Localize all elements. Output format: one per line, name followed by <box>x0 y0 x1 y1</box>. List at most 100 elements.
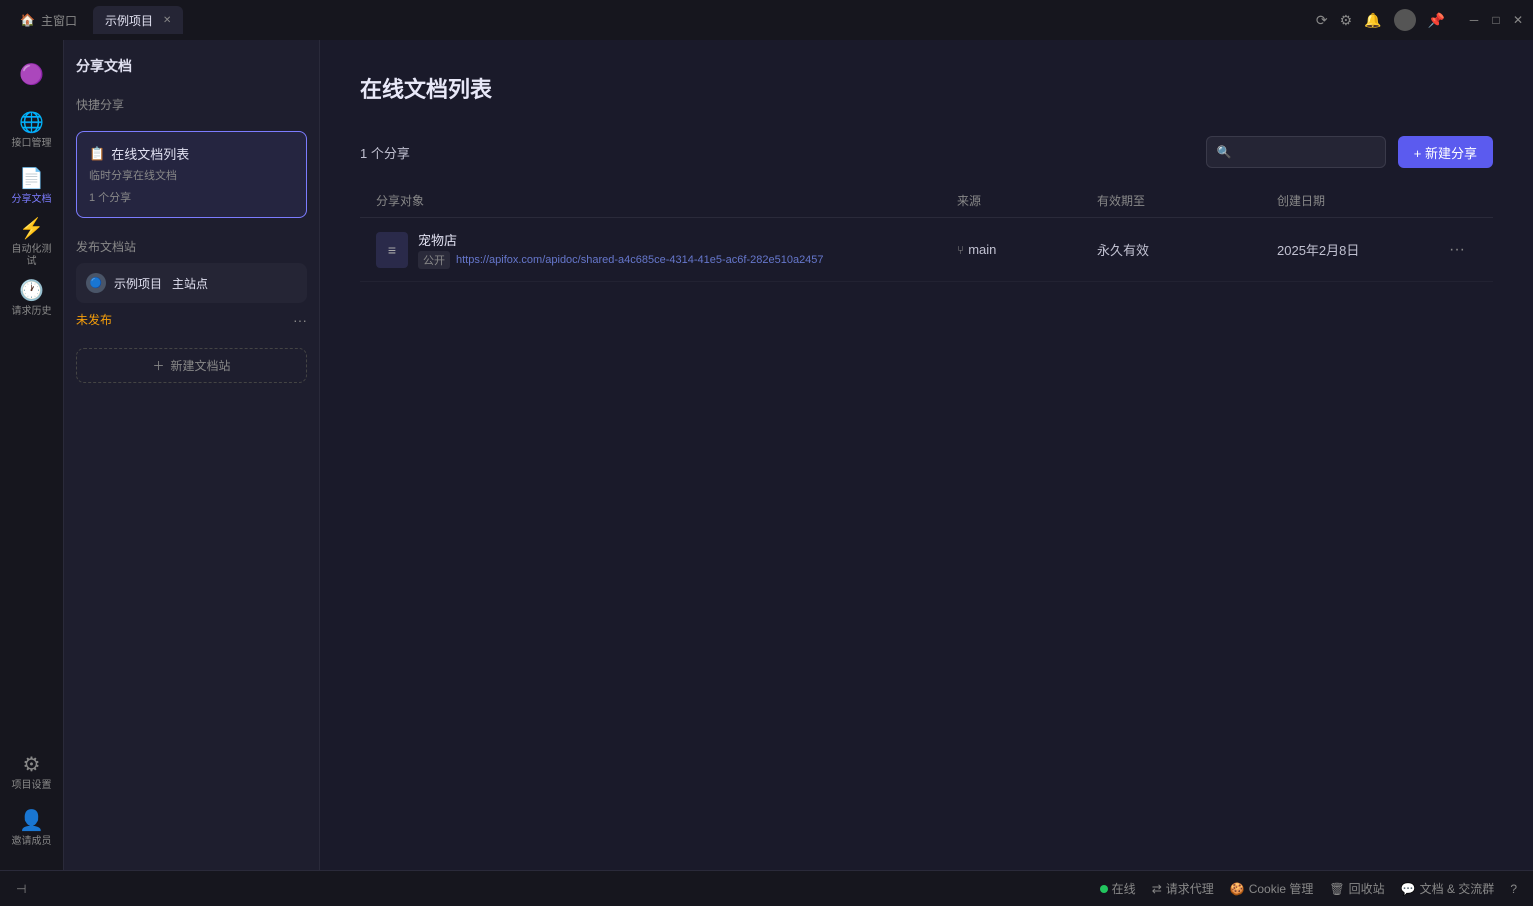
doc-file-icon: ≡ <box>376 232 408 268</box>
main-layout: 🟣 🌐 接口管理 📄 分享文档 ⚡ 自动化测试 🕐 请求历史 ⚙ 项目设置 👤 … <box>0 40 1533 870</box>
new-share-button[interactable]: + 新建分享 <box>1398 136 1493 168</box>
col-source: 来源 <box>957 192 1097 209</box>
test-icon: ⚡ <box>19 216 44 241</box>
toolbar-row: 1 个分享 🔍 + 新建分享 <box>360 136 1493 168</box>
titlebar-tabs: 🏠 主窗口 示例项目 ✕ <box>8 6 1312 34</box>
sidebar-item-settings[interactable]: ⚙ 项目设置 <box>8 746 56 798</box>
more-options-button[interactable]: ··· <box>293 312 307 328</box>
col-actions <box>1437 192 1477 209</box>
sidebar-item-share[interactable]: 📄 分享文档 <box>8 160 56 212</box>
home-icon: 🏠 <box>20 13 35 27</box>
branch-icon: ⑂ <box>957 243 964 257</box>
publish-section-label: 发布文档站 <box>76 238 307 255</box>
active-tab-label: 示例项目 <box>105 12 153 29</box>
community-status[interactable]: 💬 文档 & 交流群 <box>1401 880 1495 897</box>
content-area: 在线文档列表 1 个分享 🔍 + 新建分享 分享对象 来源 有效期至 创建日期 <box>320 40 1533 870</box>
collapse-button[interactable]: ⊣ <box>16 882 26 896</box>
row-more-icon: ··· <box>1449 241 1465 259</box>
unpublished-bar: 未发布 ··· <box>76 307 307 332</box>
page-title: 在线文档列表 <box>360 72 1493 104</box>
history-icon: 🕐 <box>19 278 44 303</box>
share-url[interactable]: https://apifox.com/apidoc/shared-a4c685c… <box>456 254 824 266</box>
invite-icon: 👤 <box>19 808 44 833</box>
sidebar-section-title: 分享文档 <box>76 56 307 76</box>
sidebar-item-invite[interactable]: 👤 邀请成员 <box>8 802 56 854</box>
titlebar: 🏠 主窗口 示例项目 ✕ ⟳ ⚙ 🔔 📌 ─ □ ✕ <box>0 0 1533 40</box>
app-logo-icon: 🟣 <box>19 62 44 87</box>
source-branch: main <box>968 242 996 257</box>
status-right: 在线 ⇄ 请求代理 🍪 Cookie 管理 🗑 回收站 💬 文档 & 交流群 ? <box>1100 880 1517 897</box>
table-row: ≡ 宠物店 公开 https://apifox.com/apidoc/share… <box>360 218 1493 282</box>
collapse-icon: ⊣ <box>16 882 26 896</box>
source-cell: ⑂ main <box>957 242 1097 257</box>
sidebar-app-logo[interactable]: 🟣 <box>8 48 56 100</box>
online-docs-card-desc: 临时分享在线文档 <box>89 167 294 183</box>
table-header: 分享对象 来源 有效期至 创建日期 <box>360 184 1493 218</box>
cookie-status[interactable]: 🍪 Cookie 管理 <box>1230 880 1314 897</box>
new-site-label: 新建文档站 <box>171 357 231 374</box>
test-label: 自动化测试 <box>8 244 56 268</box>
settings-icon[interactable]: ⚙ <box>1340 12 1353 29</box>
sidebar-item-test[interactable]: ⚡ 自动化测试 <box>8 216 56 268</box>
settings-label: 项目设置 <box>12 780 52 792</box>
close-button[interactable]: ✕ <box>1511 13 1525 27</box>
share-url-row: 公开 https://apifox.com/apidoc/shared-a4c6… <box>418 251 824 269</box>
cookie-label: Cookie 管理 <box>1249 880 1314 897</box>
doc-site-icon: 🔵 <box>86 273 106 293</box>
home-tab-label: 主窗口 <box>41 12 77 29</box>
sidebar-item-history[interactable]: 🕐 请求历史 <box>8 272 56 324</box>
community-icon: 💬 <box>1401 882 1416 896</box>
doc-list-icon: 📋 <box>89 146 105 162</box>
doc-site-project: 示例项目 主站点 <box>114 275 297 292</box>
tab-close-icon[interactable]: ✕ <box>163 15 171 26</box>
new-site-button[interactable]: ＋ 新建文档站 <box>76 348 307 383</box>
col-created: 创建日期 <box>1277 192 1437 209</box>
pin-icon[interactable]: 📌 <box>1428 12 1445 29</box>
recycle-icon: 🗑 <box>1329 882 1344 896</box>
notification-icon[interactable]: 🔔 <box>1364 12 1381 29</box>
share-target-cell: ≡ 宠物店 公开 https://apifox.com/apidoc/share… <box>376 230 957 269</box>
active-tab[interactable]: 示例项目 ✕ <box>93 6 183 34</box>
online-label: 在线 <box>1112 880 1136 897</box>
doc-site-item[interactable]: 🔵 示例项目 主站点 <box>76 263 307 303</box>
row-actions-button[interactable]: ··· <box>1437 241 1477 259</box>
recycle-label: 回收站 <box>1349 880 1385 897</box>
proxy-status[interactable]: ⇄ 请求代理 <box>1152 880 1214 897</box>
help-button[interactable]: ? <box>1510 882 1517 896</box>
interface-label: 接口管理 <box>12 138 52 150</box>
sidebar-item-interface[interactable]: 🌐 接口管理 <box>8 104 56 156</box>
cookie-icon: 🍪 <box>1230 882 1245 896</box>
proxy-icon: ⇄ <box>1152 882 1162 896</box>
share-name: 宠物店 <box>418 230 824 249</box>
history-label: 请求历史 <box>12 306 52 318</box>
icon-sidebar: 🟣 🌐 接口管理 📄 分享文档 ⚡ 自动化测试 🕐 请求历史 ⚙ 项目设置 👤 … <box>0 40 64 870</box>
expire-cell: 永久有效 <box>1097 240 1277 259</box>
doc-site-info: 示例项目 主站点 <box>114 275 297 292</box>
help-icon: ? <box>1510 882 1517 896</box>
col-share-target: 分享对象 <box>376 192 957 209</box>
avatar[interactable] <box>1394 9 1416 31</box>
minimize-button[interactable]: ─ <box>1467 13 1481 27</box>
plus-icon: ＋ <box>152 357 164 374</box>
invite-label: 邀请成员 <box>12 836 52 848</box>
online-dot <box>1100 885 1108 893</box>
online-docs-card-badge: 1 个分享 <box>89 189 294 205</box>
unpublished-label: 未发布 <box>76 311 287 328</box>
recycle-status[interactable]: 🗑 回收站 <box>1329 880 1384 897</box>
window-controls: ─ □ ✕ <box>1467 0 1525 40</box>
col-expire: 有效期至 <box>1097 192 1277 209</box>
share-icon: 📄 <box>19 166 44 191</box>
maximize-button[interactable]: □ <box>1489 13 1503 27</box>
search-icon: 🔍 <box>1217 145 1232 159</box>
home-tab[interactable]: 🏠 主窗口 <box>8 6 89 34</box>
online-status[interactable]: 在线 <box>1100 880 1136 897</box>
date-cell: 2025年2月8日 <box>1277 240 1437 259</box>
share-label: 分享文档 <box>12 194 52 206</box>
secondary-sidebar: 分享文档 快捷分享 📋 在线文档列表 临时分享在线文档 1 个分享 发布文档站 … <box>64 40 320 870</box>
refresh-icon[interactable]: ⟳ <box>1316 12 1328 29</box>
search-box[interactable]: 🔍 <box>1206 136 1386 168</box>
share-count: 1 个分享 <box>360 143 1194 162</box>
online-docs-card[interactable]: 📋 在线文档列表 临时分享在线文档 1 个分享 <box>76 131 307 218</box>
community-label: 文档 & 交流群 <box>1420 880 1495 897</box>
sidebar-bottom: ⚙ 项目设置 👤 邀请成员 <box>8 746 56 862</box>
